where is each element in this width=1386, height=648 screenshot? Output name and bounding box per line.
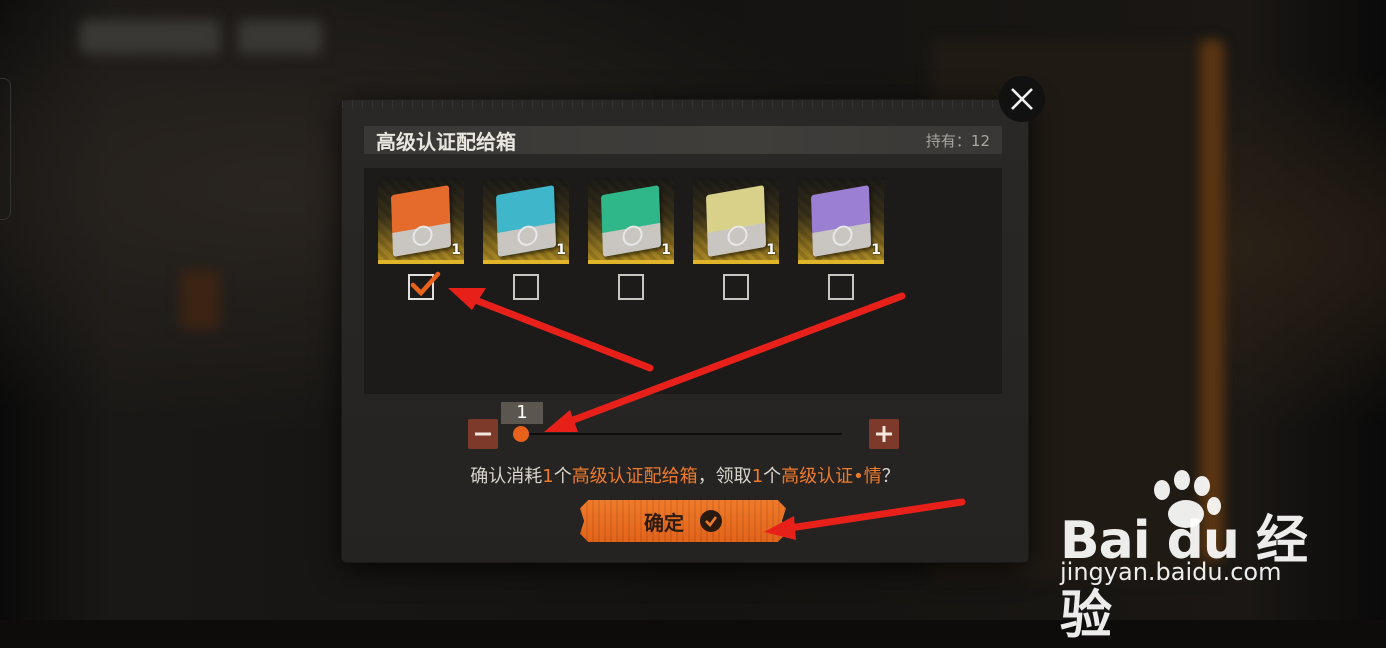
document-icon: [390, 185, 452, 257]
confirm-message: 确认消耗1个高级认证配给箱，领取1个高级认证•情？: [342, 462, 1028, 488]
quantity-slider-handle[interactable]: [513, 426, 529, 442]
item-card[interactable]: 1: [588, 178, 674, 300]
minus-icon: [475, 432, 491, 436]
item-icon[interactable]: 1: [693, 178, 779, 264]
item-count: 1: [871, 242, 881, 258]
rarity-bar: [798, 260, 884, 264]
dialog-title: 高级认证配给箱: [376, 129, 516, 154]
item-selection-area: 1 1 1 1 1: [364, 168, 1002, 394]
quantity-stepper: 1: [468, 400, 900, 460]
item-count: 1: [451, 242, 461, 258]
owned-count: 持有：12: [925, 131, 990, 150]
msg-mid: ，领取: [697, 466, 752, 487]
bg-blur-block: [80, 20, 220, 54]
item-card[interactable]: 1: [378, 178, 464, 300]
bg-blur-block: [180, 270, 220, 330]
dialog-header: 高级认证配给箱 持有：12: [364, 126, 1002, 154]
confirm-button[interactable]: 确定: [580, 500, 786, 542]
item-card[interactable]: 1: [693, 178, 779, 300]
item-checkbox[interactable]: [513, 274, 539, 300]
checkmark-icon: [410, 271, 441, 297]
document-icon: [600, 185, 662, 257]
msg-item-name: 高级认证配给箱: [571, 466, 698, 487]
check-circle-icon: [700, 510, 722, 532]
rarity-bar: [378, 260, 464, 264]
quantity-slider-track[interactable]: [520, 433, 842, 435]
item-card[interactable]: 1: [483, 178, 569, 300]
msg-suffix: ？: [881, 466, 900, 487]
confirm-button-label: 确定: [644, 510, 684, 535]
side-handle: [0, 78, 11, 220]
item-checkbox[interactable]: [723, 274, 749, 300]
document-icon: [810, 185, 872, 257]
close-button[interactable]: [999, 76, 1045, 122]
plus-icon: [876, 426, 892, 442]
increase-button[interactable]: [869, 419, 899, 449]
baidu-watermark: Bai du 经验 jingyan.baidu.com: [1060, 470, 1320, 646]
document-icon: [495, 185, 557, 257]
item-checkbox[interactable]: [618, 274, 644, 300]
item-count: 1: [661, 242, 671, 258]
supply-box-dialog: 高级认证配给箱 持有：12 11111 1 确认消耗1个高级认证配给箱，领取1个…: [342, 100, 1028, 562]
msg-unit: 个: [553, 466, 572, 487]
msg-unit: 个: [763, 466, 782, 487]
bg-blur-block: [238, 20, 322, 54]
item-checkbox[interactable]: [408, 271, 441, 300]
rarity-bar: [588, 260, 674, 264]
item-icon[interactable]: 1: [588, 178, 674, 264]
item-card[interactable]: 1: [798, 178, 884, 300]
msg-consume-qty: 1: [542, 466, 554, 487]
item-icon[interactable]: 1: [378, 178, 464, 264]
rarity-bar: [483, 260, 569, 264]
rarity-bar: [693, 260, 779, 264]
item-count: 1: [766, 242, 776, 258]
msg-prefix: 确认消耗: [470, 466, 543, 487]
decrease-button[interactable]: [468, 419, 498, 449]
msg-reward-name: 高级认证•情: [781, 466, 882, 487]
item-icon[interactable]: 1: [798, 178, 884, 264]
close-icon: [1011, 88, 1033, 110]
item-checkbox[interactable]: [828, 274, 854, 300]
watermark-url: jingyan.baidu.com: [1060, 558, 1282, 586]
ruler-decoration: [342, 100, 1028, 108]
item-count: 1: [556, 242, 566, 258]
quantity-value: 1: [501, 402, 543, 424]
msg-reward-qty: 1: [751, 466, 764, 487]
document-icon: [705, 185, 767, 257]
item-icon[interactable]: 1: [483, 178, 569, 264]
